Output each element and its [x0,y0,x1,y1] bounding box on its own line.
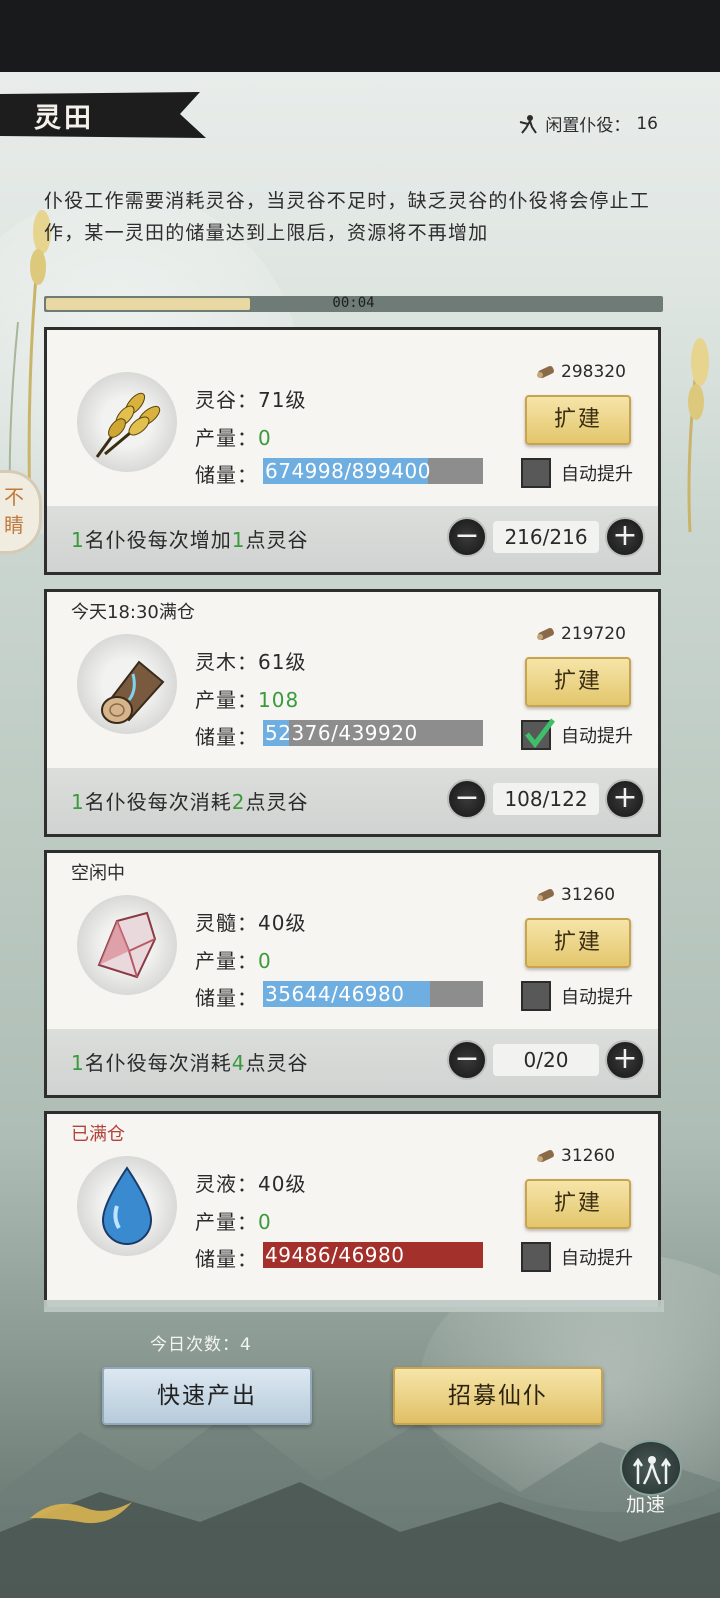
field-storage-label: 储量： [195,986,258,1010]
field-status: 已满仓 [71,1124,125,1145]
list-fade [44,1300,664,1312]
wood-log-icon-wrap [77,634,177,734]
wood-cost-icon [537,365,554,379]
auto-upgrade-checkbox[interactable] [521,981,551,1011]
worker-stepper: − 108/122 + [447,779,647,823]
field-output: 产量：0 [195,1210,272,1234]
worker-row: 1名仆役每次增加1点灵谷 − 216/216 + [47,506,658,572]
auto-upgrade[interactable]: 自动提升 [521,981,633,1011]
idle-servants: 闲置仆役： 16 [515,111,658,136]
auto-upgrade-label: 自动提升 [561,726,633,747]
timer-bar: 00:04 [44,296,663,312]
plus-button[interactable]: + [605,517,645,557]
storage-bar: 52376/439920 [263,720,483,746]
title-banner [0,92,206,138]
stepper-value: 108/122 [493,783,599,815]
storage-value: 674998/899400 [265,459,431,483]
expand-button[interactable]: 扩建 [525,395,631,445]
field-name-level: 灵液：40级 [195,1172,307,1196]
field-output: 产量：0 [195,949,272,973]
storage-value: 52376/439920 [265,721,418,745]
top-status-bar [0,0,720,72]
field-storage-label: 储量： [195,1247,258,1271]
quick-output-button[interactable]: 快速产出 [102,1367,312,1425]
storage-bar: 674998/899400 [263,458,483,484]
storage-value: 49486/46980 [265,1243,405,1267]
field-output: 产量：0 [195,426,272,450]
expand-cost: 298320 [535,362,626,382]
crystal-icon-wrap [77,895,177,995]
field-card-marrow: 空闲中 灵髓：40级 产量：0 储量： 35644/46980 31260 扩建… [44,850,661,1098]
worker-stepper: − 0/20 + [447,1040,647,1084]
idle-count: 16 [636,113,658,134]
auto-upgrade[interactable]: 自动提升 [521,1242,633,1272]
minus-button[interactable]: − [447,1040,487,1080]
wood-cost-icon [537,1149,554,1163]
wood-log-icon [101,660,165,724]
side-tab-label: 不睛 [4,485,24,537]
field-status: 空闲中 [71,863,125,884]
auto-upgrade-label: 自动提升 [561,987,633,1008]
storage-bar: 49486/46980 [263,1242,483,1268]
page-title: 灵田 [34,103,94,134]
auto-upgrade-checkbox[interactable] [521,458,551,488]
worker-row: 1名仆役每次消耗2点灵谷 − 108/122 + [47,768,658,834]
expand-button[interactable]: 扩建 [525,1179,631,1229]
speed-up-icon [632,1456,672,1485]
field-card-grain: 灵谷：71级 产量：0 储量： 674998/899400 298320 扩建 … [44,327,661,575]
plus-button[interactable]: + [605,779,645,819]
water-drop-icon-wrap [77,1156,177,1256]
auto-upgrade[interactable]: 自动提升 [521,718,633,750]
daily-count: 今日次数：4 [150,1335,252,1355]
auto-upgrade-label: 自动提升 [561,1248,633,1269]
field-card-wood: 今天18:30满仓 灵木：61级 产量：108 储量： 52376/439920… [44,589,661,837]
worker-row: 1名仆役每次消耗4点灵谷 − 0/20 + [47,1029,658,1095]
field-card-liquid: 已满仓 灵液：40级 产量：0 储量： 49486/46980 31260 扩建… [44,1111,661,1307]
wheat-icon [95,392,161,458]
expand-button[interactable]: 扩建 [525,657,631,707]
auto-upgrade[interactable]: 自动提升 [521,458,633,488]
plus-button[interactable]: + [605,1040,645,1080]
field-name-level: 灵髓：40级 [195,911,307,935]
storage-bar: 35644/46980 [263,981,483,1007]
worker-description: 1名仆役每次增加1点灵谷 [71,528,309,552]
field-storage-label: 储量： [195,725,258,749]
worker-description: 1名仆役每次消耗2点灵谷 [71,790,309,814]
auto-upgrade-label: 自动提升 [561,464,633,485]
minus-button[interactable]: − [447,517,487,557]
timer-text: 00:04 [332,296,375,311]
wheat-icon-wrap [77,372,177,472]
idle-label: 闲置仆役： [545,116,631,136]
recruit-button[interactable]: 招募仙仆 [393,1367,603,1425]
storage-value: 35644/46980 [265,982,405,1006]
stepper-value: 0/20 [493,1044,599,1076]
checkmark-icon [525,718,555,749]
expand-button[interactable]: 扩建 [525,918,631,968]
speed-up-circle [620,1440,682,1496]
golden-swirl-decoration [30,1502,132,1524]
speed-up-button[interactable]: 加速 [616,1440,686,1520]
field-output: 产量：108 [195,688,300,712]
auto-upgrade-checkbox[interactable] [521,718,555,750]
wood-cost-icon [537,888,554,902]
water-drop-icon [101,1166,153,1245]
worker-stepper: − 216/216 + [447,517,647,561]
minus-button[interactable]: − [447,779,487,819]
crystal-icon [97,911,157,979]
expand-cost: 31260 [535,885,615,905]
description-text: 仆役工作需要消耗灵谷，当灵谷不足时，缺乏灵谷的仆役将会停止工作，某一灵田的储量达… [44,190,651,244]
speed-up-label: 加速 [626,1494,667,1516]
field-name-level: 灵木：61级 [195,650,307,674]
field-name-level: 灵谷：71级 [195,388,307,412]
auto-upgrade-checkbox[interactable] [521,1242,551,1272]
wood-cost-icon [537,627,554,641]
servant-icon [520,114,538,134]
expand-cost: 31260 [535,1146,615,1166]
field-storage-label: 储量： [195,463,258,487]
worker-description: 1名仆役每次消耗4点灵谷 [71,1051,309,1075]
stepper-value: 216/216 [493,521,599,553]
field-status: 今天18:30满仓 [71,602,195,623]
expand-cost: 219720 [535,624,626,644]
